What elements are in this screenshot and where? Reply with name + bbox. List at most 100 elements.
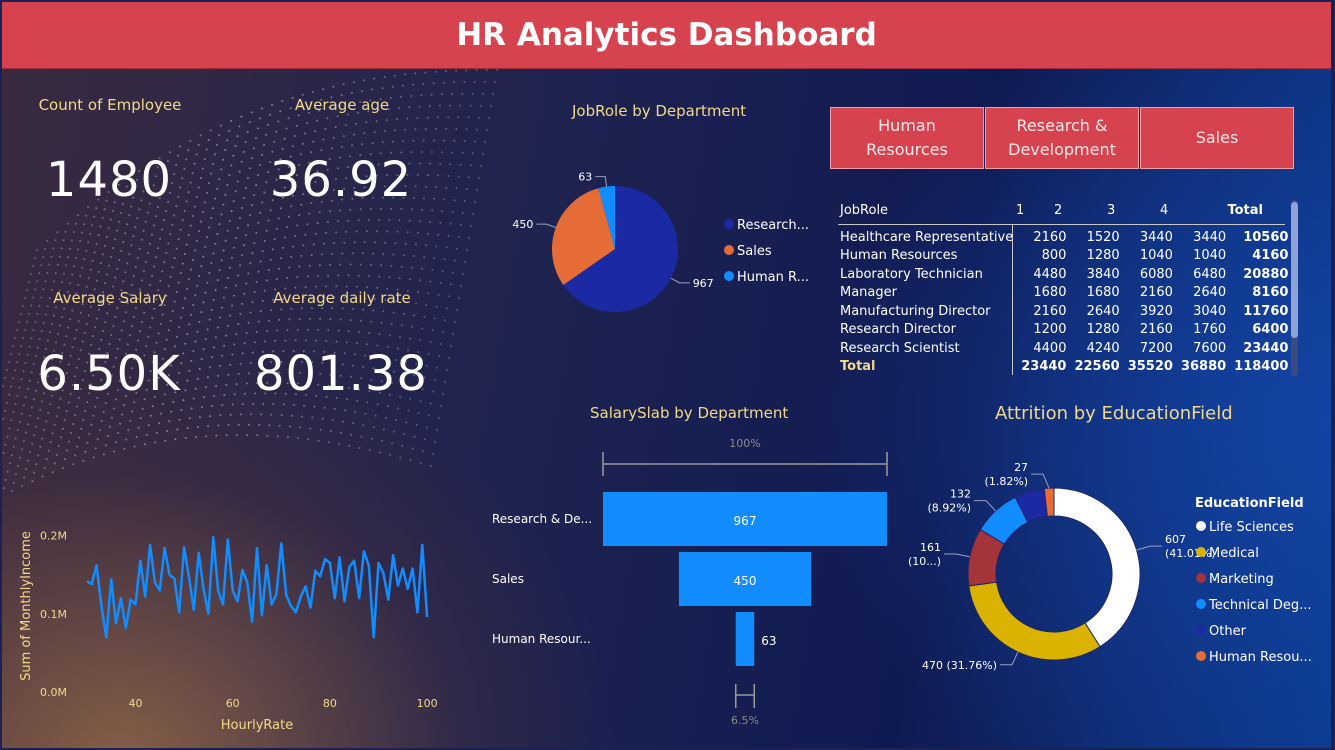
donut-pct-label: (10...) <box>908 555 941 568</box>
pie-leader-line <box>670 277 690 284</box>
matrix-header-2[interactable]: 2 <box>1050 198 1103 222</box>
matrix-header-jobrole[interactable]: JobRole <box>836 198 1012 222</box>
matrix-cell: 20880 <box>1243 266 1289 282</box>
x-tick-label: 100 <box>417 697 438 710</box>
matrix-row-label: Manager <box>840 285 897 301</box>
matrix-cell: 800 <box>1041 248 1067 264</box>
donut-legend-marker <box>1196 599 1206 609</box>
slicer-sales[interactable]: Sales <box>1140 107 1294 169</box>
matrix-cell: 4240 <box>1086 340 1120 356</box>
monthly-income-line-chart[interactable]: 0.0M 0.1M 0.2M 40 60 80 100 HourlyRate Sum of Mo… <box>12 510 442 738</box>
kpi-count-employee-label: Count of Employee <box>38 96 182 114</box>
matrix-cell: 2160 <box>1033 229 1067 245</box>
matrix-cell: 4400 <box>1033 340 1067 356</box>
funnel-bar-value: 967 <box>734 514 757 528</box>
matrix-row-label: Human Resources <box>840 248 958 264</box>
matrix-header-3[interactable]: 3 <box>1103 198 1156 222</box>
matrix-cell: 118400 <box>1234 359 1289 375</box>
slicer-human-resources[interactable]: Human Resources <box>830 107 984 169</box>
donut-leader-line <box>1000 651 1019 666</box>
matrix-row[interactable]: Healthcare Representative 2160 1520 3440 344… <box>836 228 1292 247</box>
donut-legend-marker <box>1196 547 1206 557</box>
kpi-count-employee-value: 1480 <box>45 152 173 208</box>
matrix-cell: 1040 <box>1139 248 1173 264</box>
matrix-cell: 4160 <box>1252 248 1289 264</box>
slicer-human-resources-line2: Resources <box>866 140 948 159</box>
matrix-header-1[interactable]: 1 <box>1012 198 1050 222</box>
matrix-cell: 1760 <box>1193 322 1227 338</box>
slicer-research-development[interactable]: Research & Development <box>985 107 1139 169</box>
salaryslab-funnel-chart[interactable]: 100% Research & De... 967 Sales 450 Human Res… <box>482 430 902 730</box>
matrix-cell: 3920 <box>1139 303 1173 319</box>
matrix-total-row[interactable]: Total 23440 22560 35520 36880 118400 <box>836 358 1292 377</box>
matrix-cell: 23440 <box>1021 359 1067 375</box>
matrix-row[interactable]: Manufacturing Director 2160 2640 3920 3040 11… <box>836 302 1292 321</box>
matrix-row[interactable]: Research Director 1200 1280 2160 1760 6400 <box>836 321 1292 340</box>
matrix-scrollbar-thumb[interactable] <box>1291 202 1298 338</box>
donut-title: Attrition by EducationField <box>995 403 1233 424</box>
matrix-header-4[interactable]: 4 <box>1156 198 1209 222</box>
donut-legend-marker <box>1196 651 1206 661</box>
header-bar: HR Analytics Dashboard <box>2 2 1331 69</box>
donut-legend-marker <box>1196 521 1206 531</box>
matrix-row-label: Laboratory Technician <box>840 266 983 282</box>
matrix-row[interactable]: Laboratory Technician 4480 3840 6080 6480 208… <box>836 265 1292 284</box>
donut-legend-label: Marketing <box>1209 572 1274 587</box>
matrix-cell: 2640 <box>1193 285 1227 301</box>
jobrole-pie-chart[interactable]: 967 450 63 Research... Sales Human R... <box>502 162 812 322</box>
kpi-average-salary-value: 6.50K <box>37 346 181 402</box>
matrix-row-label: Healthcare Representative <box>840 229 1014 245</box>
matrix-cell: 1680 <box>1086 285 1120 301</box>
donut-legend-label: Human Resou... <box>1209 650 1312 665</box>
pie-leader-line <box>536 223 556 228</box>
funnel-bar-2 <box>735 612 755 666</box>
funnel-bar-value: 450 <box>734 574 757 588</box>
donut-data-label: 161 <box>920 541 941 554</box>
funnel-stage-label: Sales <box>492 572 524 586</box>
matrix-row[interactable]: Human Resources 800 1280 1040 1040 4160 <box>836 247 1292 266</box>
matrix-row[interactable]: Research Scientist 4400 4240 7200 7600 23440 <box>836 339 1292 358</box>
pie-data-label: 967 <box>693 277 714 290</box>
legend-marker <box>724 271 734 281</box>
funnel-bar-value: 63 <box>761 634 776 648</box>
matrix-cell: 6080 <box>1139 266 1173 282</box>
y-tick-label: 0.0M <box>40 686 67 699</box>
kpi-average-daily-rate-value: 801.38 <box>254 346 428 402</box>
matrix-cell: 23440 <box>1243 340 1289 356</box>
funnel-bottom-pct: 6.5% <box>731 714 759 727</box>
matrix-row-label: Manufacturing Director <box>840 303 991 319</box>
y-axis-title: Sum of MonthlyIncome <box>19 531 34 681</box>
matrix-cell: 8160 <box>1252 285 1289 301</box>
matrix-cell: 36880 <box>1180 359 1227 375</box>
donut-legend-label: Other <box>1209 624 1247 639</box>
donut-leader-line <box>1136 545 1163 551</box>
matrix-row-label: Total <box>840 359 876 375</box>
slicer-research-development-line1: Research & <box>1016 116 1108 135</box>
donut-data-label: 132 <box>950 488 971 501</box>
matrix-scrollbar[interactable] <box>1291 200 1298 376</box>
matrix-cell: 1200 <box>1033 322 1067 338</box>
matrix-cell: 3840 <box>1086 266 1120 282</box>
matrix-cell: 2640 <box>1086 303 1120 319</box>
donut-legend-marker <box>1196 625 1206 635</box>
matrix-header-total[interactable]: Total <box>1209 198 1267 222</box>
matrix-body: Healthcare Representative 2160 1520 3440 344… <box>836 228 1292 376</box>
income-series-line <box>86 535 429 639</box>
slicer-human-resources-line1: Human <box>878 116 936 135</box>
matrix-cell: 1280 <box>1086 322 1120 338</box>
jobrole-matrix: JobRole 1 2 3 4 Total Healthcare Represe… <box>836 198 1306 375</box>
kpi-average-age-label: Average age <box>294 96 390 114</box>
pie-data-label: 450 <box>512 218 533 231</box>
donut-slice-1 <box>968 581 1101 661</box>
legend-marker <box>724 219 734 229</box>
matrix-cell: 3040 <box>1193 303 1227 319</box>
matrix-row[interactable]: Manager 1680 1680 2160 2640 8160 <box>836 284 1292 303</box>
matrix-cell: 4480 <box>1033 266 1067 282</box>
attrition-donut-chart[interactable]: 607(41.01%) 470 (31.76%) 161(10...) 132(8.9… <box>907 457 1327 697</box>
matrix-cell: 1680 <box>1033 285 1067 301</box>
legend-label: Human R... <box>737 270 809 285</box>
matrix-cell: 3440 <box>1139 229 1173 245</box>
x-tick-label: 40 <box>128 697 142 710</box>
pie-data-label: 63 <box>578 171 592 184</box>
donut-data-label: 27 <box>1014 461 1028 474</box>
